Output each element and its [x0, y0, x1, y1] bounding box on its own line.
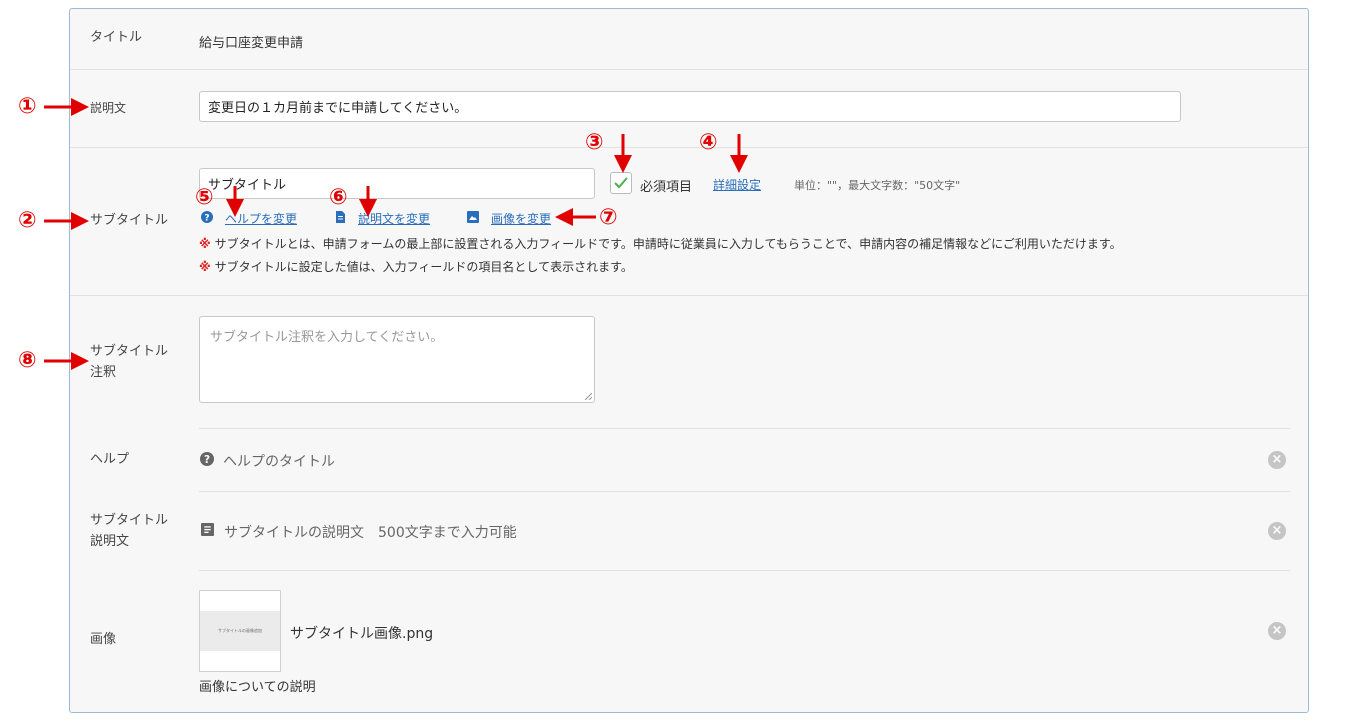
annotation-number-1: ①: [18, 94, 37, 119]
annotation-number-3: ③: [585, 130, 604, 155]
annotation-number-8: ⑧: [18, 348, 37, 373]
annotation-number-5: ⑤: [195, 185, 214, 210]
annotation-number-6: ⑥: [329, 185, 348, 210]
annotation-arrows: [44, 98, 748, 370]
annotation-number-2: ②: [18, 208, 37, 233]
annotation-number-4: ④: [699, 130, 718, 155]
annotation-number-7: ⑦: [599, 205, 618, 230]
